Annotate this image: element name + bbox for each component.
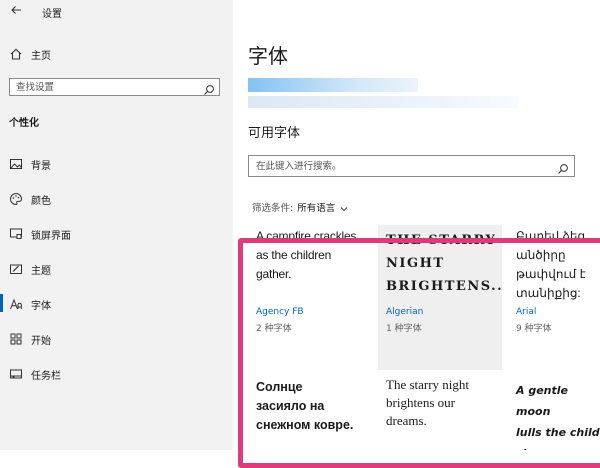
font-sample-text: Солнце засияло на снежном ковре. bbox=[256, 380, 354, 432]
font-card[interactable]: The starry night brightens our dreams. bbox=[378, 370, 502, 450]
font-name: Agency FB bbox=[256, 307, 304, 317]
font-sample-text: Բարեվ ձեզ անծիրը թափվում է տանիքից: bbox=[516, 229, 586, 300]
back-arrow-icon[interactable] bbox=[8, 4, 24, 20]
font-sample-text: THE STARRY NIGHT BRIGHTENS... bbox=[386, 233, 502, 294]
palette-icon bbox=[9, 191, 23, 206]
font-card[interactable]: Солнце засияло на снежном ковре. bbox=[248, 370, 372, 450]
lock-screen-icon bbox=[9, 226, 23, 240]
font-name: Algerian bbox=[386, 307, 424, 317]
start-icon bbox=[9, 331, 23, 345]
font-sample-text: A gentle moon lulls the child sleep. bbox=[516, 384, 600, 450]
settings-search-input[interactable] bbox=[16, 79, 196, 95]
sidebar: 设置 主页 个性化 背景 颜色 锁屏界面 主题 bbox=[0, 0, 233, 450]
sidebar-item-label: 颜色 bbox=[31, 196, 51, 207]
sidebar-item-label: 字体 bbox=[31, 301, 51, 312]
sidebar-item-label: 主页 bbox=[31, 51, 51, 62]
filter-label: 筛选条件: bbox=[252, 203, 294, 214]
filter-value[interactable]: 所有语言 bbox=[297, 203, 335, 214]
sidebar-item-start[interactable]: 开始 bbox=[0, 327, 233, 349]
sidebar-item-taskbar[interactable]: 任务栏 bbox=[0, 362, 233, 384]
font-search-input[interactable] bbox=[256, 158, 546, 174]
blurred-description bbox=[248, 96, 518, 108]
title-bar: 设置 bbox=[0, 0, 233, 24]
settings-search-box[interactable] bbox=[9, 78, 220, 96]
search-icon[interactable] bbox=[203, 81, 215, 95]
font-search-box[interactable] bbox=[248, 155, 575, 177]
font-face-count: 2 种字体 bbox=[256, 324, 292, 334]
blurred-link bbox=[248, 78, 418, 92]
sidebar-item-fonts[interactable]: 字体 bbox=[0, 292, 233, 314]
font-face-count: 1 种字体 bbox=[386, 324, 422, 334]
main-content: 字体 可用字体 筛选条件:所有语言 A campfire crackles as… bbox=[233, 0, 600, 450]
home-icon bbox=[9, 46, 23, 60]
sidebar-item-label: 任务栏 bbox=[31, 371, 61, 382]
page-title: 字体 bbox=[248, 44, 288, 68]
font-card-agency-fb[interactable]: A campfire crackles as the children gath… bbox=[248, 225, 372, 365]
taskbar-icon bbox=[9, 366, 23, 380]
font-face-count: 9 种字体 bbox=[516, 324, 552, 334]
font-card-algerian[interactable]: THE STARRY NIGHT BRIGHTENS... Algerian 1… bbox=[378, 225, 502, 370]
sidebar-item-label: 背景 bbox=[31, 161, 51, 172]
sidebar-item-home[interactable]: 主页 bbox=[0, 42, 233, 64]
font-sample-text: The starry night brightens our dreams. bbox=[386, 377, 470, 428]
font-name: Arial bbox=[516, 307, 537, 317]
image-icon bbox=[9, 156, 23, 170]
sidebar-item-background[interactable]: 背景 bbox=[0, 152, 233, 174]
sidebar-item-themes[interactable]: 主题 bbox=[0, 257, 233, 279]
sidebar-item-label: 主题 bbox=[31, 266, 51, 277]
font-card[interactable]: A gentle moon lulls the child sleep. bbox=[508, 370, 600, 450]
font-sample-text: A campfire crackles as the children gath… bbox=[256, 229, 357, 281]
font-card-arial[interactable]: Բարեվ ձեզ անծիրը թափվում է տանիքից: Aria… bbox=[508, 225, 600, 365]
font-icon bbox=[9, 296, 23, 310]
chevron-down-icon[interactable] bbox=[339, 204, 349, 214]
sidebar-item-colors[interactable]: 颜色 bbox=[0, 187, 233, 209]
search-icon[interactable] bbox=[557, 160, 569, 174]
app-title: 设置 bbox=[42, 9, 62, 20]
sidebar-item-lock-screen[interactable]: 锁屏界面 bbox=[0, 222, 233, 244]
sidebar-item-label: 开始 bbox=[31, 336, 51, 347]
section-heading: 个性化 bbox=[9, 118, 39, 129]
sidebar-item-label: 锁屏界面 bbox=[31, 231, 71, 242]
language-filter[interactable]: 筛选条件: 所有语言 bbox=[252, 200, 349, 214]
theme-icon bbox=[9, 261, 23, 275]
available-fonts-heading: 可用字体 bbox=[248, 126, 301, 141]
